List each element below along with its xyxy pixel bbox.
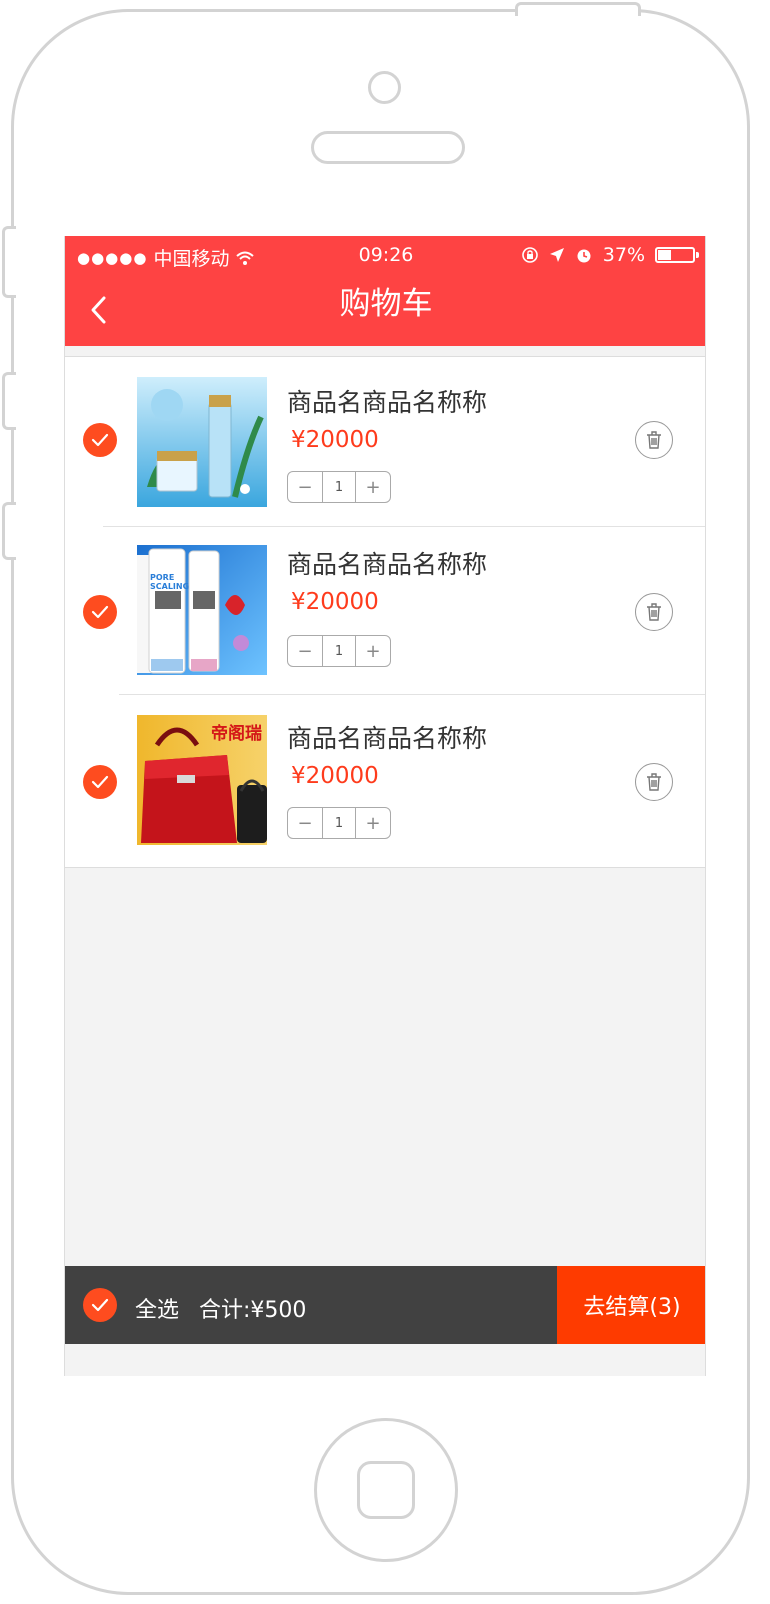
power-button bbox=[515, 2, 641, 16]
quantity-stepper: − 1 + bbox=[287, 807, 391, 839]
quantity-value[interactable]: 1 bbox=[322, 636, 356, 666]
increase-button[interactable]: + bbox=[356, 472, 390, 502]
status-bar: ●●●●● 中国移动 09:26 37% bbox=[65, 236, 705, 274]
item-check-icon[interactable] bbox=[83, 765, 117, 799]
cart-list: 商品名商品名称称 ¥20000 − 1 + PORE SCALING 商品名商品… bbox=[65, 356, 705, 868]
location-arrow-icon bbox=[549, 248, 564, 262]
increase-button[interactable]: + bbox=[356, 808, 390, 838]
trash-icon[interactable] bbox=[635, 763, 673, 801]
product-price: ¥20000 bbox=[291, 763, 379, 789]
mute-switch bbox=[2, 226, 16, 298]
alarm-icon bbox=[577, 249, 591, 263]
nav-header: ●●●●● 中国移动 09:26 37% 购物车 bbox=[65, 236, 705, 346]
product-image[interactable] bbox=[137, 377, 267, 507]
product-name: 商品名商品名称称 bbox=[287, 724, 488, 753]
product-image[interactable]: PORE SCALING bbox=[137, 545, 267, 675]
checkout-button[interactable]: 去结算(3) bbox=[557, 1266, 705, 1344]
quantity-value[interactable]: 1 bbox=[322, 472, 356, 502]
page-title: 购物车 bbox=[339, 286, 433, 322]
earpiece-speaker bbox=[311, 131, 465, 164]
total-price: 合计:¥500 bbox=[199, 1298, 307, 1323]
volume-up-button bbox=[2, 372, 16, 430]
cart-footer: 全选 合计:¥500 去结算(3) bbox=[65, 1266, 705, 1344]
decrease-button[interactable]: − bbox=[288, 472, 322, 502]
quantity-stepper: − 1 + bbox=[287, 635, 391, 667]
front-camera bbox=[368, 71, 401, 104]
thumb-brand: 帝阁瑞 bbox=[211, 724, 262, 744]
increase-button[interactable]: + bbox=[356, 636, 390, 666]
product-price: ¥20000 bbox=[291, 589, 379, 615]
battery-icon bbox=[655, 247, 699, 263]
quantity-value[interactable]: 1 bbox=[322, 808, 356, 838]
cart-item: 帝阁瑞 商品名商品名称称 ¥20000 − 1 + bbox=[65, 695, 705, 867]
volume-down-button bbox=[2, 502, 16, 560]
home-button-icon bbox=[357, 1461, 415, 1519]
decrease-button[interactable]: − bbox=[288, 808, 322, 838]
item-check-icon[interactable] bbox=[83, 595, 117, 629]
select-all-label[interactable]: 全选 bbox=[135, 1292, 179, 1324]
cart-item: PORE SCALING 商品名商品名称称 ¥20000 − 1 + bbox=[65, 527, 705, 695]
battery-percent: 37% bbox=[602, 244, 645, 266]
product-price: ¥20000 bbox=[291, 427, 379, 453]
app-screen: ●●●●● 中国移动 09:26 37% 购物车 商品名商品名称称 ¥20000… bbox=[64, 236, 706, 1376]
trash-icon[interactable] bbox=[635, 421, 673, 459]
product-name: 商品名商品名称称 bbox=[287, 388, 488, 417]
trash-icon[interactable] bbox=[635, 593, 673, 631]
quantity-stepper: − 1 + bbox=[287, 471, 391, 503]
rotation-lock-icon bbox=[521, 247, 538, 263]
select-all-check-icon[interactable] bbox=[83, 1288, 117, 1322]
item-check-icon[interactable] bbox=[83, 423, 117, 457]
thumb-label: PORE SCALING bbox=[150, 573, 190, 591]
product-name: 商品名商品名称称 bbox=[287, 550, 488, 579]
product-image[interactable]: 帝阁瑞 bbox=[137, 715, 267, 845]
cart-item: 商品名商品名称称 ¥20000 − 1 + bbox=[65, 357, 705, 527]
decrease-button[interactable]: − bbox=[288, 636, 322, 666]
